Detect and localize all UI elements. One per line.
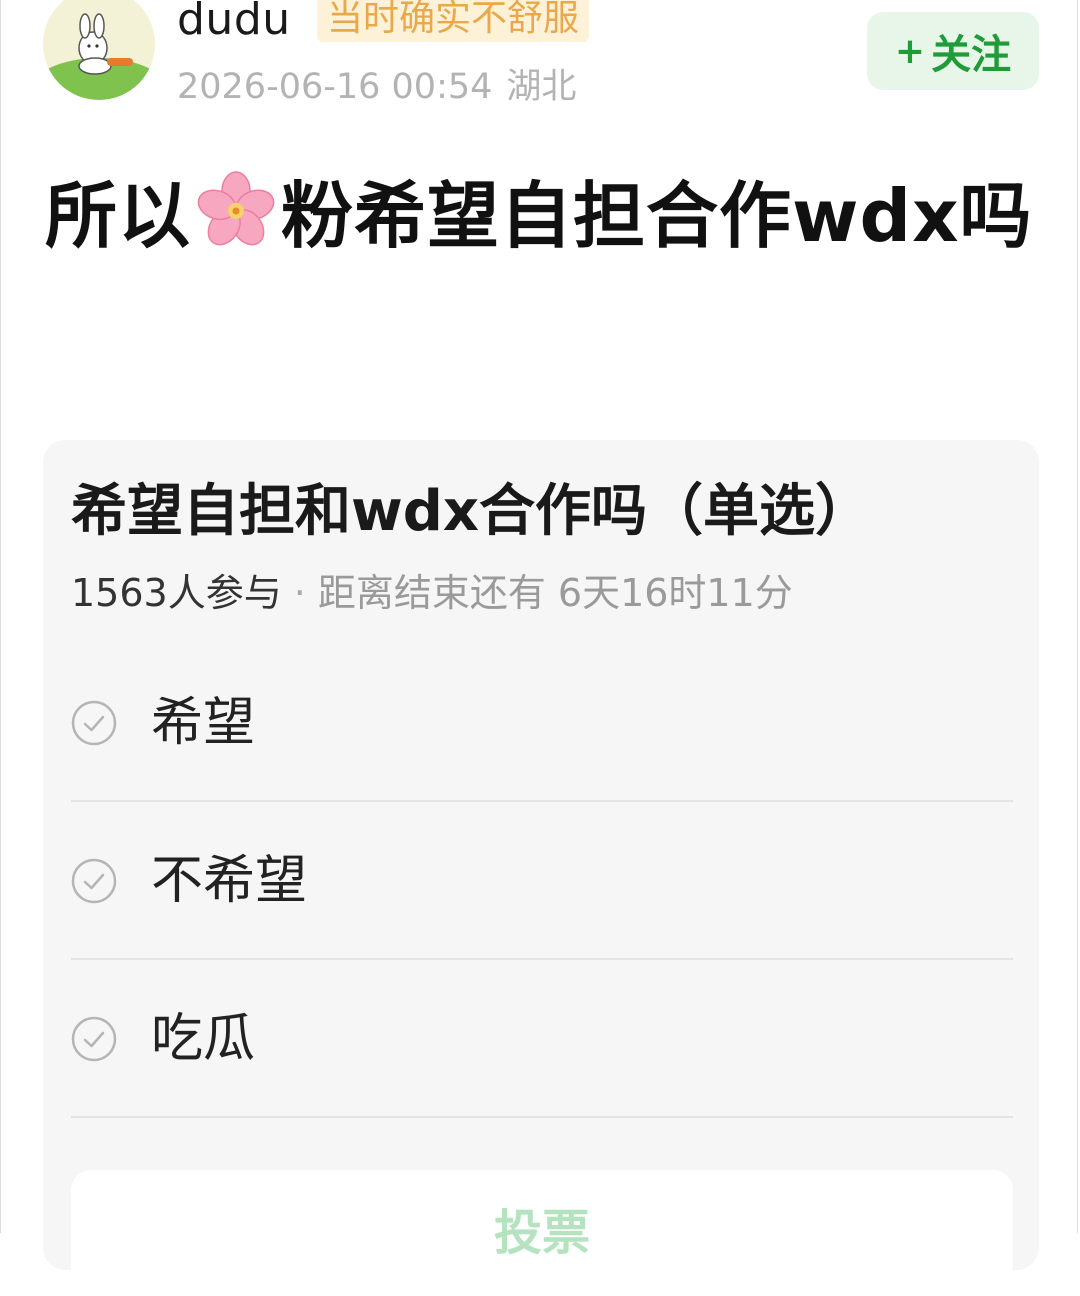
check-circle-icon [71, 700, 117, 746]
plus-icon: + [894, 30, 926, 72]
follow-label: 关注 [931, 32, 1012, 78]
poll-option-no-hope[interactable]: 不希望 [71, 802, 1013, 960]
cherry-blossom-icon [193, 167, 279, 253]
post-title: 所以 粉希望自担合作wdx吗 [45, 160, 1035, 272]
username[interactable]: dudu [177, 0, 291, 48]
bunny-avatar-icon[interactable] [43, 0, 155, 100]
poll-participants: 1563人参与 [71, 571, 282, 615]
vote-button[interactable]: 投票 [71, 1170, 1013, 1290]
separator-dot: · [293, 571, 306, 615]
mood-tag: 当时确实不舒服 [317, 0, 590, 42]
post-title-part-1: 所以 [45, 174, 192, 258]
post-meta: 2026-06-16 00:54 湖北 [177, 62, 576, 112]
poll-stats: 1563人参与 · 距离结束还有 6天16时11分 [71, 566, 793, 620]
poll-option-spectator[interactable]: 吃瓜 [71, 960, 1013, 1118]
poll-option-label: 希望 [151, 693, 256, 753]
poll-options: 希望 不希望 吃瓜 [71, 644, 1013, 1118]
post-timestamp: 2026-06-16 00:54 [177, 67, 493, 107]
poll-option-hope[interactable]: 希望 [71, 644, 1013, 802]
poll-question: 希望自担和wdx合作吗（单选） [71, 479, 871, 544]
post-location: 湖北 [506, 67, 577, 107]
poll-remaining-time: 距离结束还有 6天16时11分 [317, 571, 793, 615]
app-frame: dudu 当时确实不舒服 2026-06-16 00:54 湖北 + 关注 所以 [0, 0, 1078, 1290]
poll-option-label: 吃瓜 [151, 1009, 256, 1069]
post-title-part-2: 粉希望自担合作wdx吗 [281, 174, 1033, 258]
poll-card: 希望自担和wdx合作吗（单选） 1563人参与 · 距离结束还有 6天16时11分 … [43, 440, 1039, 1290]
check-circle-icon [71, 858, 117, 904]
follow-button[interactable]: + 关注 [867, 12, 1039, 90]
poll-option-label: 不希望 [151, 851, 308, 911]
check-circle-icon [71, 1016, 117, 1062]
